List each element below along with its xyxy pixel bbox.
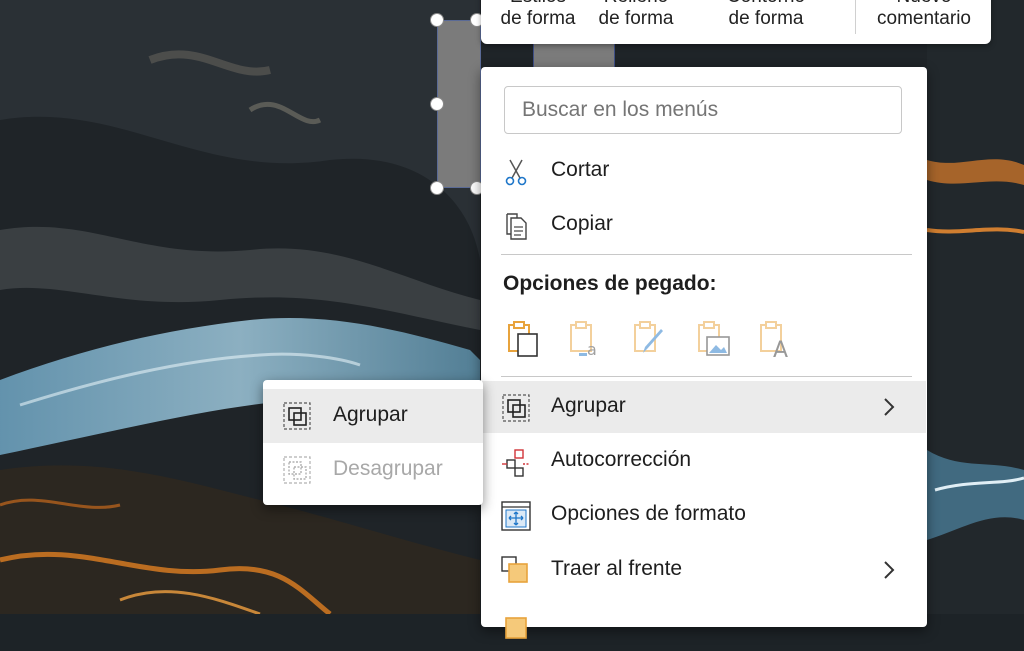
group-submenu: Agrupar Desagrupar	[263, 380, 483, 505]
submenu-item-group[interactable]: Agrupar	[263, 389, 483, 443]
shape-outline-button[interactable]: Contorno de forma	[711, 0, 821, 30]
chevron-right-icon	[884, 398, 895, 416]
submenu-item-ungroup[interactable]: Desagrupar	[263, 443, 483, 497]
shape-styles-label-line2: de forma	[500, 8, 576, 29]
scissors-icon	[505, 159, 527, 186]
context-menu: Cortar Copiar Opciones de pegado: a	[481, 67, 927, 639]
send-backward-icon	[505, 617, 527, 639]
new-comment-label-line1: Nuevo	[867, 0, 981, 8]
paste-format-painter-icon[interactable]	[629, 319, 669, 359]
bring-to-front-icon	[501, 556, 528, 583]
shape-outline-label-line1: Contorno	[711, 0, 821, 8]
resize-handle-left[interactable]	[430, 97, 444, 111]
autocorrect-icon	[502, 449, 530, 477]
paste-text-only-icon[interactable]: A	[755, 319, 795, 359]
menu-item-group[interactable]: Agrupar	[482, 381, 926, 433]
menu-item-cut[interactable]: Cortar	[482, 145, 926, 197]
shape-fill-label-line2: de forma	[598, 8, 674, 29]
copy-icon	[506, 213, 527, 240]
svg-text:A: A	[773, 338, 788, 359]
menu-item-copy[interactable]: Copiar	[482, 199, 926, 251]
submenu-item-group-label: Agrupar	[333, 403, 408, 426]
group-icon	[502, 394, 530, 422]
new-comment-button[interactable]: Nuevo comentario	[867, 0, 981, 30]
menu-item-bring-front[interactable]: Traer al frente	[482, 544, 926, 596]
paste-picture-icon[interactable]	[693, 319, 733, 359]
menu-item-partial[interactable]	[482, 599, 926, 651]
paste-merge-format-icon[interactable]: a	[565, 319, 605, 359]
menu-item-autocorrect[interactable]: Autocorrección	[482, 435, 926, 487]
menu-item-cut-label: Cortar	[551, 158, 610, 181]
ungroup-icon	[283, 456, 311, 484]
menu-item-autocorrect-label: Autocorrección	[551, 448, 692, 471]
chevron-right-icon	[884, 561, 895, 579]
menu-divider	[501, 376, 912, 377]
mini-toolbar: Estilos de forma Relleno de forma Contor…	[481, 0, 991, 44]
shape-styles-label-line1: Estilos	[493, 0, 583, 8]
svg-text:a: a	[587, 340, 597, 359]
toolbar-divider	[855, 0, 856, 34]
menu-item-format-options[interactable]: Opciones de formato	[482, 489, 926, 541]
shape-fill-button[interactable]: Relleno de forma	[591, 0, 681, 30]
resize-handle-bottom-left[interactable]	[430, 181, 444, 195]
paste-keep-source-icon[interactable]	[503, 319, 543, 359]
group-icon	[283, 402, 311, 430]
format-options-icon	[501, 501, 531, 531]
paste-options-header: Opciones de pegado:	[503, 272, 717, 295]
menu-divider	[501, 254, 912, 255]
shape-styles-button[interactable]: Estilos de forma	[493, 0, 583, 30]
shape-fill-label-line1: Relleno	[591, 0, 681, 8]
menu-item-group-label: Agrupar	[551, 394, 626, 417]
new-comment-label-line2: comentario	[877, 8, 971, 29]
menu-item-copy-label: Copiar	[551, 212, 613, 235]
shape-outline-label-line2: de forma	[728, 8, 804, 29]
submenu-item-ungroup-label: Desagrupar	[333, 457, 443, 480]
resize-handle-top-left[interactable]	[430, 13, 444, 27]
menu-item-bring-front-label: Traer al frente	[551, 557, 683, 580]
menu-item-format-options-label: Opciones de formato	[551, 502, 746, 525]
search-menus-input[interactable]	[504, 86, 902, 134]
